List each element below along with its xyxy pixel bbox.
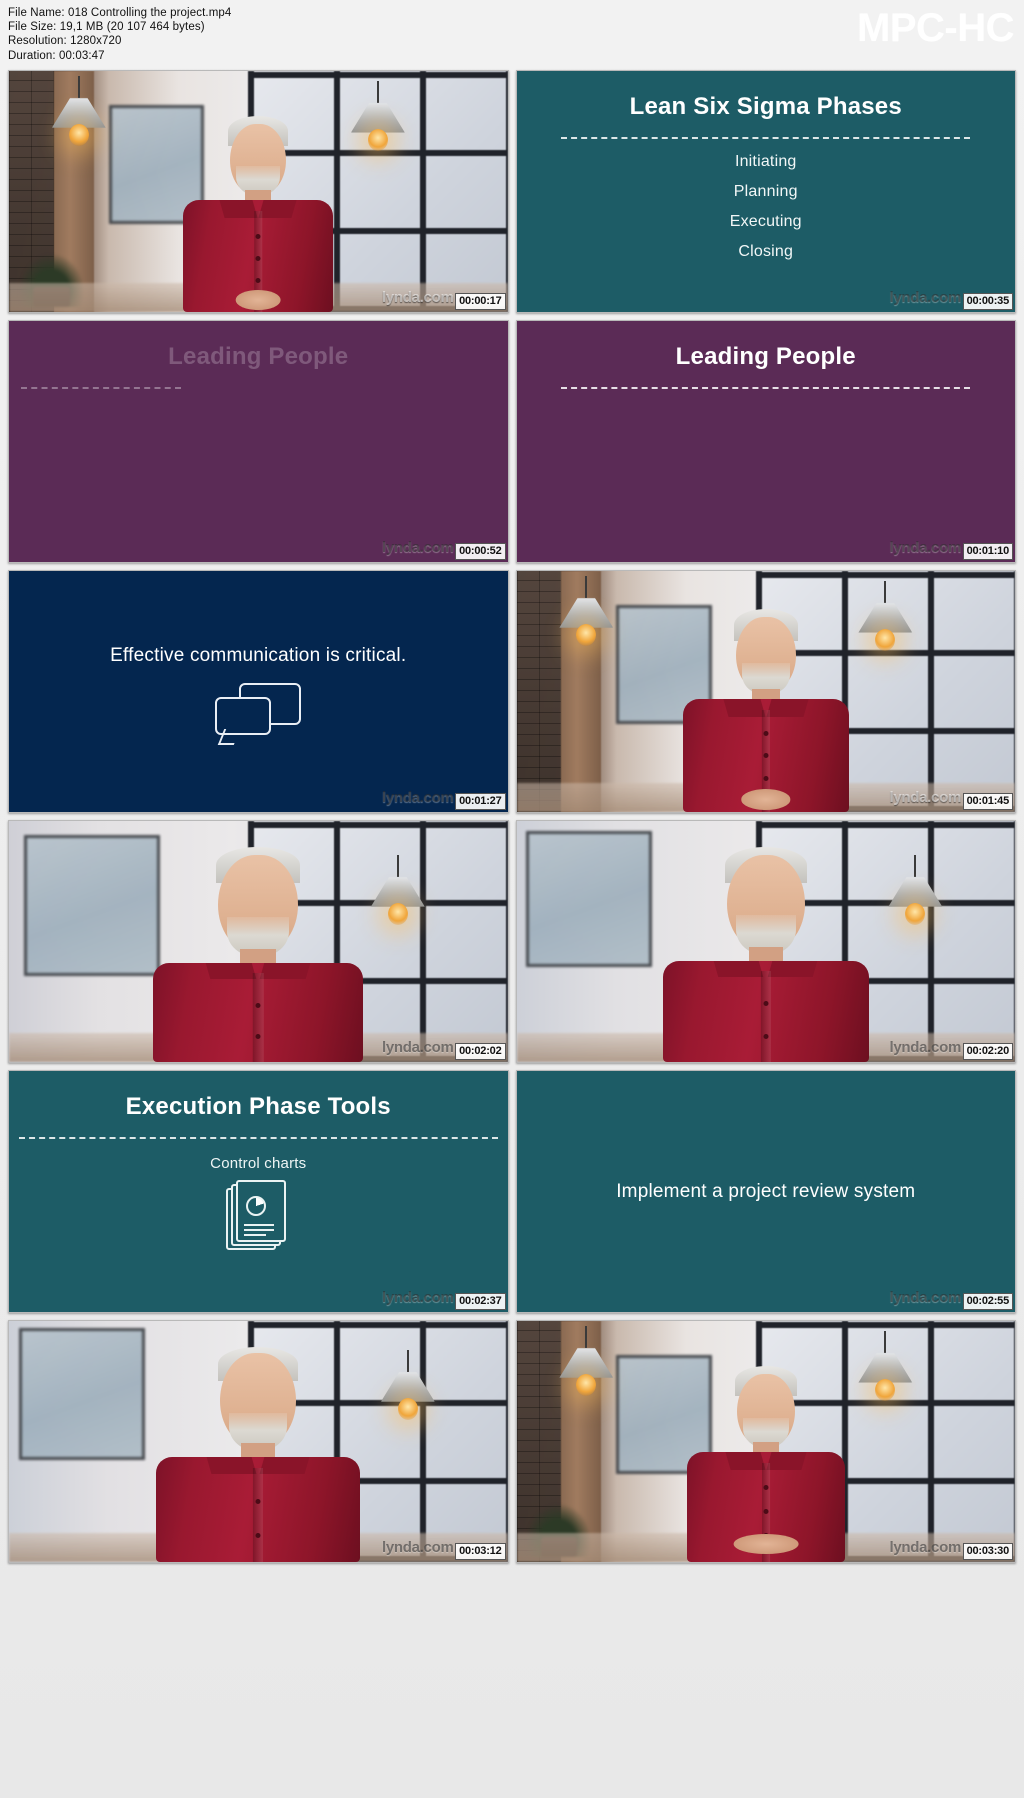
slide-bullet-list: Initiating Planning Executing Closing bbox=[730, 153, 802, 261]
presenter bbox=[676, 1362, 856, 1562]
slide-effective-communication: Effective communication is critical. bbox=[9, 571, 508, 812]
timestamp-badge: 00:00:17 bbox=[455, 293, 506, 310]
presenter bbox=[143, 847, 373, 1062]
presenter bbox=[671, 607, 861, 812]
timestamp-badge: 00:00:52 bbox=[455, 543, 506, 560]
timestamp-badge: 00:03:30 bbox=[962, 1543, 1013, 1560]
presenter-hands bbox=[741, 789, 791, 810]
slide-title: Leading People bbox=[675, 343, 856, 370]
slide-divider bbox=[21, 387, 181, 389]
slide-project-review-system: Implement a project review system bbox=[516, 1071, 1015, 1312]
mpc-hc-thumbnail-sheet: File Name: 018 Controlling the project.m… bbox=[0, 0, 1024, 1798]
timestamp-badge: 00:02:20 bbox=[962, 1043, 1013, 1060]
slide-headline: Implement a project review system bbox=[616, 1180, 916, 1202]
slide-divider bbox=[561, 137, 971, 139]
thumbnail-cell-12[interactable]: lynda.com 00:03:30 bbox=[515, 1320, 1016, 1563]
timestamp-badge: 00:03:12 bbox=[455, 1543, 506, 1560]
presenter-hands bbox=[733, 1534, 799, 1554]
video-frame bbox=[516, 571, 1015, 812]
slide-leading-people-fading: Leading People bbox=[9, 321, 508, 562]
presenter bbox=[652, 847, 880, 1062]
timestamp-badge: 00:01:45 bbox=[962, 793, 1013, 810]
thumbnail-cell-1[interactable]: lynda.com 00:00:17 bbox=[8, 70, 509, 313]
presenter bbox=[145, 1347, 371, 1562]
timestamp-badge: 00:02:55 bbox=[962, 1293, 1013, 1310]
thumbnail-grid: lynda.com 00:00:17 Lean Six Sigma Phases… bbox=[0, 70, 1024, 1571]
video-frame bbox=[516, 1321, 1015, 1562]
slide-title: Leading People bbox=[168, 343, 349, 370]
slide-divider bbox=[561, 387, 971, 389]
slide-lean-six-sigma-phases: Lean Six Sigma Phases Initiating Plannin… bbox=[516, 71, 1015, 312]
list-item: Initiating bbox=[734, 153, 797, 170]
thumbnail-cell-4[interactable]: Leading People lynda.com 00:01:10 bbox=[515, 320, 1016, 563]
thumbnail-cell-9[interactable]: Execution Phase Tools Control charts lyn… bbox=[8, 1070, 509, 1313]
documents-chart-icon bbox=[220, 1180, 296, 1252]
thumbnail-cell-6[interactable]: lynda.com 00:01:45 bbox=[515, 570, 1016, 813]
list-item: Closing bbox=[738, 243, 794, 260]
wall-art bbox=[18, 1328, 145, 1460]
slide-execution-phase-tools: Execution Phase Tools Control charts bbox=[9, 1071, 508, 1312]
list-item: Executing bbox=[729, 213, 802, 230]
brick-wall bbox=[516, 571, 562, 812]
thumbnail-cell-11[interactable]: lynda.com 00:03:12 bbox=[8, 1320, 509, 1563]
wall-art bbox=[526, 830, 653, 967]
video-frame bbox=[9, 71, 508, 312]
slide-divider bbox=[18, 1137, 498, 1139]
thumbnail-cell-2[interactable]: Lean Six Sigma Phases Initiating Plannin… bbox=[515, 70, 1016, 313]
thumbnail-cell-7[interactable]: lynda.com 00:02:02 bbox=[8, 820, 509, 1063]
thumbnail-cell-5[interactable]: Effective communication is critical. lyn… bbox=[8, 570, 509, 813]
video-frame bbox=[516, 821, 1015, 1062]
mpc-hc-logo: MPC-HC bbox=[857, 6, 1014, 50]
slide-subtitle: Control charts bbox=[210, 1155, 307, 1172]
timestamp-badge: 00:02:37 bbox=[455, 1293, 506, 1310]
timestamp-badge: 00:02:02 bbox=[455, 1043, 506, 1060]
thumbnail-cell-8[interactable]: lynda.com 00:02:20 bbox=[515, 820, 1016, 1063]
presenter bbox=[172, 112, 344, 312]
video-frame bbox=[9, 1321, 508, 1562]
timestamp-badge: 00:01:27 bbox=[455, 793, 506, 810]
slide-headline: Effective communication is critical. bbox=[110, 644, 407, 666]
timestamp-badge: 00:00:35 bbox=[962, 293, 1013, 310]
wall-art bbox=[23, 835, 160, 977]
slide-title: Execution Phase Tools bbox=[125, 1093, 391, 1120]
list-item: Planning bbox=[733, 183, 798, 200]
slide-leading-people: Leading People bbox=[516, 321, 1015, 562]
thumbnail-cell-3[interactable]: Leading People lynda.com 00:00:52 bbox=[8, 320, 509, 563]
presenter-hands bbox=[235, 290, 281, 310]
file-info-header: File Name: 018 Controlling the project.m… bbox=[0, 0, 1024, 70]
thumbnail-cell-10[interactable]: Implement a project review system lynda.… bbox=[515, 1070, 1016, 1313]
speech-bubbles-icon bbox=[215, 682, 302, 745]
video-frame bbox=[9, 821, 508, 1062]
slide-title: Lean Six Sigma Phases bbox=[629, 93, 902, 120]
timestamp-badge: 00:01:10 bbox=[962, 543, 1013, 560]
